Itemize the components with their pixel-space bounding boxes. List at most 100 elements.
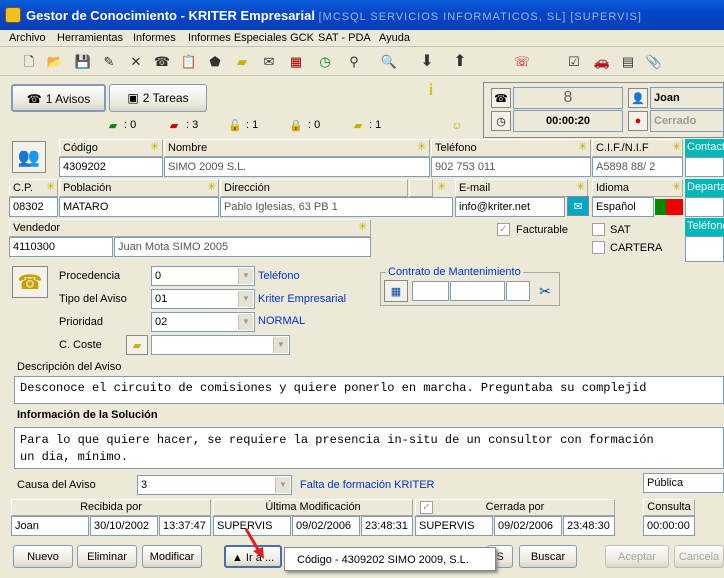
- menu-informes-especiales[interactable]: Informes Especiales GCK: [188, 32, 314, 44]
- menu-informes[interactable]: Informes: [133, 32, 176, 44]
- solucion-label: Información de la Solución: [17, 409, 158, 421]
- coste-note-icon[interactable]: ▰: [126, 335, 148, 355]
- send-email-icon[interactable]: ✉: [567, 196, 589, 216]
- modif-date-field: 09/02/2006: [292, 516, 360, 536]
- popup-item-codigo[interactable]: Código - 4309202 SIMO 2009, S.L.: [297, 554, 469, 566]
- cerrada-checkbox[interactable]: ✓: [420, 501, 433, 514]
- binoculars-icon[interactable]: ⚲: [345, 53, 363, 71]
- counter-red: : 3: [186, 119, 199, 131]
- scissors-icon[interactable]: ✂: [535, 281, 555, 301]
- clipboard-icon[interactable]: 📋: [180, 53, 198, 71]
- tag-icon[interactable]: ⬟: [206, 53, 224, 71]
- counter-yellow: : 1: [369, 119, 382, 131]
- departa-header: Departa: [685, 179, 724, 197]
- cerrada-user-field: SUPERVIS: [415, 516, 493, 536]
- chevron-down-icon[interactable]: ▼: [273, 337, 288, 353]
- menu-archivo[interactable]: Archivo: [9, 32, 46, 44]
- causa-combo[interactable]: 3 ▼: [137, 475, 292, 495]
- tipo-desc: Kriter Empresarial: [258, 293, 347, 305]
- contrato-field-1[interactable]: [412, 281, 449, 301]
- cif-star-icon: ✳: [672, 141, 682, 153]
- tab-tareas-label: 2 Tareas: [142, 91, 189, 105]
- recibida-date-field: 30/10/2002: [90, 516, 158, 536]
- arrow-up-icon[interactable]: ⬆: [451, 53, 469, 71]
- consulta-time-field: 00:00:00: [643, 516, 695, 536]
- state-icon: ●: [628, 111, 648, 131]
- telefono2-field[interactable]: [685, 236, 724, 262]
- procedencia-combo[interactable]: 0 ▼: [151, 266, 255, 286]
- tipo-label: Tipo del Aviso: [59, 293, 127, 305]
- buscar-button[interactable]: Buscar: [519, 545, 577, 568]
- save-icon[interactable]: 💾: [74, 53, 92, 71]
- mail-icon[interactable]: ✉: [260, 53, 278, 71]
- chevron-down-icon[interactable]: ▼: [238, 291, 253, 307]
- ir-a-popup-menu: Código - 4309202 SIMO 2009, S.L.: [284, 547, 496, 571]
- prioridad-combo[interactable]: 02 ▼: [151, 312, 255, 332]
- cif-field[interactable]: A5898 88/ 2: [592, 157, 683, 177]
- departa-field[interactable]: [685, 197, 724, 217]
- contrato-field-2[interactable]: [450, 281, 505, 301]
- lock-icon: 🔒: [289, 119, 303, 132]
- note-icon[interactable]: ▰: [233, 53, 251, 71]
- vendedor-code-field[interactable]: 4110300: [9, 237, 113, 257]
- form-icon[interactable]: ▤: [619, 53, 637, 71]
- tab-avisos[interactable]: ☎ 1 Avisos: [11, 84, 106, 112]
- modificar-button[interactable]: Modificar: [142, 545, 202, 568]
- arrow-down-icon[interactable]: ⬇: [418, 53, 436, 71]
- solucion-textarea[interactable]: Para lo que quiere hacer, se requiere la…: [14, 427, 724, 469]
- red-arrow-icon: [244, 528, 264, 559]
- chevron-down-icon[interactable]: ▼: [238, 268, 253, 284]
- facturable-checkbox[interactable]: ✓: [497, 223, 510, 236]
- coste-combo[interactable]: ▼: [151, 335, 290, 355]
- contrato-calendar-icon[interactable]: ▦: [384, 280, 408, 302]
- visibilidad-combo[interactable]: Pública: [643, 473, 724, 493]
- telefono-star-icon: ✳: [578, 141, 588, 153]
- alarm-phone-icon[interactable]: ☏: [513, 53, 531, 71]
- contrato-field-3[interactable]: [506, 281, 530, 301]
- menu-ayuda[interactable]: Ayuda: [379, 32, 410, 44]
- nuevo-button[interactable]: Nuevo: [13, 545, 73, 568]
- descripcion-textarea[interactable]: Desconoce el circuito de comisiones y qu…: [14, 376, 724, 404]
- codigo-field[interactable]: 4309202: [59, 157, 163, 177]
- procedencia-value: 0: [155, 270, 162, 282]
- cp-field[interactable]: 08302: [9, 197, 58, 217]
- paperclip-icon[interactable]: 📎: [645, 53, 663, 71]
- phone-icon[interactable]: ☎: [153, 53, 171, 71]
- poblacion-field[interactable]: MATARO: [59, 197, 219, 217]
- eliminar-button[interactable]: Eliminar: [77, 545, 137, 568]
- recibida-time-field: 13:37:47: [159, 516, 211, 536]
- menu-herramientas[interactable]: Herramientas: [57, 32, 123, 44]
- car-icon[interactable]: 🚗: [593, 53, 611, 71]
- client-people-icon[interactable]: 👥: [12, 141, 46, 173]
- idioma-field[interactable]: Español: [592, 197, 654, 217]
- new-document-icon[interactable]: 🗋: [20, 53, 38, 71]
- sat-checkbox[interactable]: [592, 223, 605, 236]
- green-note-icon: ▰: [108, 119, 118, 132]
- menu-sat-pda[interactable]: SAT - PDA: [318, 32, 371, 44]
- telefono-field[interactable]: 902 753 011: [431, 157, 591, 177]
- delete-icon[interactable]: ✕: [127, 53, 145, 71]
- nombre-field[interactable]: SIMO 2009 S.L.: [164, 157, 430, 177]
- red-note-icon: ▰: [169, 119, 179, 132]
- chevron-down-icon[interactable]: ▼: [275, 477, 290, 493]
- aviso-phone-icon[interactable]: ☎: [12, 266, 48, 298]
- info-icon[interactable]: i: [424, 82, 438, 99]
- preview-icon[interactable]: 🔍: [380, 53, 398, 71]
- tipo-combo[interactable]: 01 ▼: [151, 289, 255, 309]
- vendedor-name-field[interactable]: Juan Mota SIMO 2005: [114, 237, 371, 257]
- open-folder-icon[interactable]: 📂: [46, 53, 64, 71]
- chevron-down-icon[interactable]: ▼: [238, 314, 253, 330]
- clock-icon[interactable]: ◷: [316, 53, 334, 71]
- edit-icon[interactable]: ✎: [100, 53, 118, 71]
- calendar-grid-icon[interactable]: ▦: [287, 53, 305, 71]
- tab-tareas[interactable]: ▣ 2 Tareas: [109, 84, 207, 112]
- cartera-checkbox[interactable]: [592, 241, 605, 254]
- email-field[interactable]: info@kriter.net: [455, 197, 565, 217]
- prioridad-desc: NORMAL: [258, 315, 306, 327]
- aceptar-button[interactable]: Aceptar: [605, 545, 669, 568]
- cancelar-button[interactable]: Cancela: [674, 545, 724, 568]
- yellow-note-icon: ▰: [353, 119, 363, 132]
- contact-field[interactable]: [685, 157, 724, 177]
- direccion-field[interactable]: Pablo Iglesias, 63 PB 1: [220, 197, 453, 217]
- checklist-icon[interactable]: ☑: [565, 53, 583, 71]
